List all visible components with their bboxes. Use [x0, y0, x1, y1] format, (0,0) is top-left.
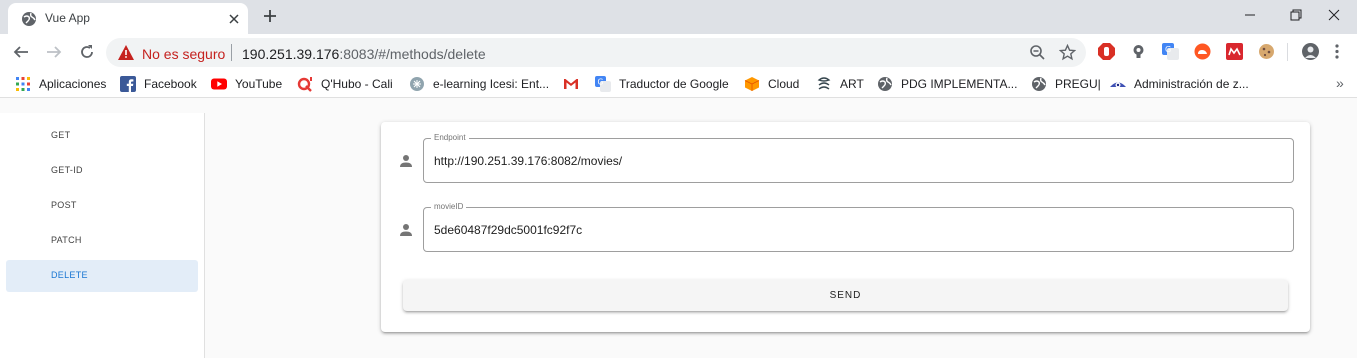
url-text[interactable]: 190.251.39.176:8083/#/methods/delete: [242, 46, 486, 62]
bookmark-qhubo[interactable]: Q'Hubo - Cali: [297, 76, 393, 92]
browser-tab[interactable]: Vue App: [8, 3, 248, 34]
delete-form-card: Endpoint http://190.251.39.176:8082/movi…: [381, 122, 1310, 332]
movie-id-label: movieID: [431, 202, 467, 211]
movie-id-value[interactable]: 5de60487f29dc5001fc92f7c: [434, 223, 582, 237]
warning-icon[interactable]: [118, 45, 134, 60]
toolbar-divider: [1287, 43, 1288, 61]
bookmark-label: e-learning Icesi: Ent...: [433, 77, 550, 91]
facebook-icon: [120, 76, 136, 92]
nav-item-label: DELETE: [51, 270, 88, 280]
nav-item-label: GET: [51, 130, 71, 140]
tab-strip: Vue App: [0, 0, 1357, 34]
nav-item-get[interactable]: GET: [6, 120, 198, 152]
globe-icon: [878, 77, 892, 91]
apps-grid-icon: [16, 77, 30, 91]
bookmark-label: Administración de z...: [1134, 77, 1249, 91]
vue-app: GET GET-ID POST PATCH DELETE Endpoint ht…: [0, 98, 1357, 358]
url-host: 190.251.39.176: [242, 46, 340, 62]
avatar[interactable]: [1302, 43, 1319, 60]
bookmark-label: Q'Hubo - Cali: [321, 77, 393, 91]
endpoint-value[interactable]: http://190.251.39.176:8082/movies/: [434, 154, 622, 168]
admin-icon: [1110, 82, 1126, 88]
bookmarks-bar: Aplicaciones Facebook YouTube Q'Hubo - C…: [0, 70, 1357, 98]
endpoint-field[interactable]: Endpoint http://190.251.39.176:8082/movi…: [423, 133, 1294, 183]
minimize-icon: [1245, 14, 1255, 16]
bulb-extension-icon[interactable]: [1130, 43, 1147, 60]
mega-extension-icon[interactable]: [1226, 43, 1243, 60]
send-button[interactable]: SEND: [403, 280, 1288, 311]
bookmark-star-icon[interactable]: [1059, 44, 1076, 61]
address-bar[interactable]: No es seguro 190.251.39.176:8083/#/metho…: [106, 38, 1086, 67]
bookmarks-overflow-icon[interactable]: »: [1336, 75, 1344, 91]
svg-text:G: G: [598, 78, 604, 87]
bookmark-label: YouTube: [235, 77, 283, 91]
new-tab-plus-icon[interactable]: [262, 8, 278, 24]
bookmark-label: PDG IMPLEMENTA...: [901, 77, 1018, 91]
endpoint-label: Endpoint: [431, 133, 469, 142]
nav-item-label: POST: [51, 200, 77, 210]
bookmark-pregu[interactable]: PREGU|: [1031, 76, 1101, 92]
bookmark-cloud[interactable]: Cloud: [744, 76, 799, 92]
cookie-icon[interactable]: [1258, 43, 1275, 60]
nav-item-label: GET-ID: [51, 165, 83, 175]
methods-drawer: GET GET-ID POST PATCH DELETE: [0, 113, 205, 358]
cloud-icon: [744, 77, 760, 91]
bookmark-admin[interactable]: Administración de z...: [1110, 76, 1249, 92]
bookmark-pdg[interactable]: PDG IMPLEMENTA...: [877, 76, 1017, 92]
restore-icon: [1290, 9, 1302, 21]
cloud-extension-icon[interactable]: [1194, 43, 1211, 60]
back-arrow-icon[interactable]: [12, 43, 30, 61]
google-translate-icon: G: [595, 76, 611, 92]
google-translate-icon[interactable]: G: [1162, 43, 1179, 60]
bookmark-translate[interactable]: G Traductor de Google: [595, 76, 729, 92]
bookmark-label: Facebook: [144, 77, 197, 91]
more-menu-icon[interactable]: [1334, 43, 1340, 60]
qhubo-icon: [297, 77, 312, 92]
art-icon: [817, 77, 831, 90]
bookmark-label: Aplicaciones: [39, 77, 107, 91]
nav-item-label: PATCH: [51, 235, 82, 245]
bookmark-label: Cloud: [768, 77, 800, 91]
person-icon: [400, 224, 412, 236]
bookmark-elearning[interactable]: e-learning Icesi: Ent...: [409, 76, 549, 92]
bookmark-art[interactable]: ART: [816, 76, 864, 92]
close-icon: [1328, 9, 1340, 21]
nav-item-post[interactable]: POST: [6, 190, 198, 222]
bookmark-label: Traductor de Google: [619, 77, 729, 91]
nav-item-delete[interactable]: DELETE: [6, 260, 198, 292]
adblock-icon[interactable]: [1098, 43, 1115, 60]
forward-arrow-icon[interactable]: [45, 43, 63, 61]
browser-toolbar: No es seguro 190.251.39.176:8083/#/metho…: [0, 34, 1357, 70]
bookmark-gmail[interactable]: [563, 76, 587, 92]
zoom-out-icon[interactable]: [1029, 44, 1046, 61]
elearning-icon: [410, 77, 424, 91]
close-icon[interactable]: [226, 11, 242, 27]
bookmark-facebook[interactable]: Facebook: [120, 76, 197, 92]
url-path: :8083/#/methods/delete: [339, 46, 486, 62]
not-secure-label[interactable]: No es seguro: [142, 46, 225, 62]
bookmark-label: PREGU|: [1055, 77, 1101, 91]
person-icon: [400, 155, 412, 167]
omnibox-divider: [231, 44, 232, 61]
bookmark-apps[interactable]: Aplicaciones: [15, 76, 106, 92]
tab-title: Vue App: [45, 11, 90, 25]
svg-text:G: G: [1165, 45, 1171, 54]
movie-id-field[interactable]: movieID 5de60487f29dc5001fc92f7c: [423, 202, 1294, 252]
reload-icon[interactable]: [78, 43, 96, 61]
minimize-button[interactable]: [1227, 0, 1273, 30]
globe-icon: [1032, 77, 1046, 91]
nav-item-get-id[interactable]: GET-ID: [6, 155, 198, 187]
gmail-icon: [564, 79, 578, 89]
close-window-button[interactable]: [1311, 0, 1357, 30]
globe-icon: [22, 12, 36, 26]
nav-item-patch[interactable]: PATCH: [6, 225, 198, 257]
bookmark-label: ART: [840, 77, 864, 91]
youtube-icon: [211, 78, 227, 90]
bookmark-youtube[interactable]: YouTube: [211, 76, 282, 92]
